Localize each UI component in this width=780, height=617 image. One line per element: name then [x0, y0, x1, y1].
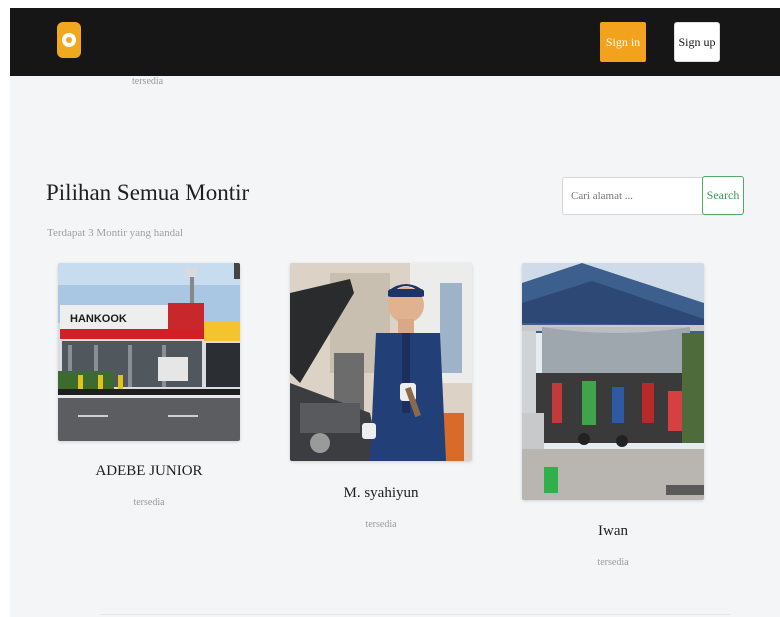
mechanic-name[interactable]: M. syahiyun [290, 485, 472, 502]
mechanic-name[interactable]: Iwan [522, 523, 704, 540]
mechanic-photo-m-syahiyun[interactable] [290, 263, 472, 461]
mechanic-status: tersedia [365, 519, 397, 530]
logo-ring [62, 33, 76, 47]
mechanic-status: tersedia [133, 497, 165, 508]
mechanic-name[interactable]: ADEBE JUNIOR [58, 463, 240, 480]
address-search-input[interactable] [562, 177, 706, 215]
shop-sign-text: HANKOOK [70, 313, 127, 325]
navbar: Sign in Sign up [10, 8, 780, 76]
mechanic-photo-adebe-junior[interactable]: HANKOOK [58, 263, 240, 441]
mechanic-image [290, 263, 472, 461]
divider [100, 614, 730, 615]
workshop-image [522, 263, 704, 500]
sign-in-button[interactable]: Sign in [600, 22, 646, 62]
mechanic-status: tersedia [597, 557, 629, 568]
search-button[interactable]: Search [702, 176, 744, 215]
page-title: Pilihan Semua Montir [46, 180, 250, 205]
mechanic-photo-iwan[interactable] [522, 263, 704, 500]
logo-icon[interactable] [57, 22, 81, 58]
browser-viewport: Sign in Sign up tersedia Pilihan Semua M… [10, 8, 780, 617]
sign-up-button[interactable]: Sign up [674, 22, 720, 62]
scrolled-status-text: tersedia [132, 76, 164, 87]
tire-shop-image: HANKOOK [58, 263, 240, 441]
page-subtitle: Terdapat 3 Montir yang handal [47, 227, 184, 239]
